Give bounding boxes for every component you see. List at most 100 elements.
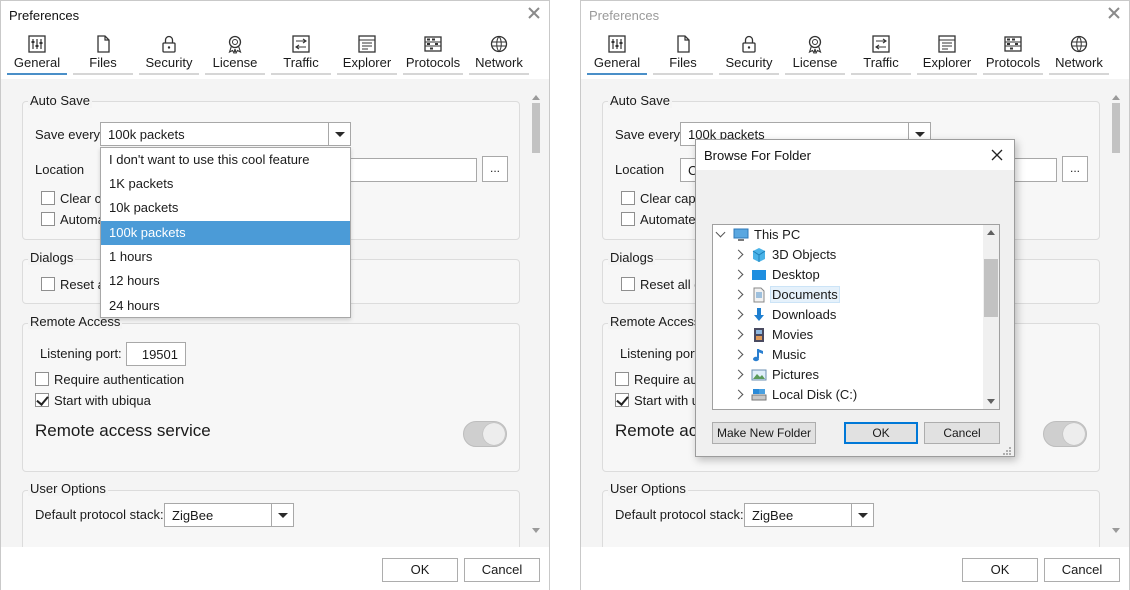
chevron-right-icon[interactable] [733, 349, 744, 360]
tab-traffic[interactable]: Traffic [849, 29, 913, 75]
tree-label: Documents [770, 286, 840, 303]
close-icon[interactable] [990, 148, 1004, 162]
scroll-thumb[interactable] [1112, 103, 1120, 153]
tab-network[interactable]: Network [1047, 29, 1111, 75]
option-1-hours[interactable]: 1 hours [101, 245, 350, 269]
window-title: Preferences [589, 8, 660, 23]
ok-button[interactable]: OK [962, 558, 1038, 582]
save-every-dropdown[interactable]: 100k packets [100, 122, 351, 146]
scroll-down-icon[interactable] [532, 528, 540, 533]
tab-protocols[interactable]: Protocols [401, 29, 465, 75]
tab-explorer[interactable]: Explorer [915, 29, 979, 75]
explorer-icon [937, 34, 957, 54]
automatic-checkbox[interactable] [621, 212, 635, 226]
resize-grip-icon[interactable] [1002, 444, 1012, 455]
tab-files[interactable]: Files [651, 29, 715, 75]
clear-capture-checkbox[interactable] [621, 191, 635, 205]
option-1k[interactable]: 1K packets [101, 172, 350, 196]
automatic-checkbox[interactable] [41, 212, 55, 226]
tab-general[interactable]: General [5, 29, 69, 75]
chevron-down-icon[interactable] [715, 227, 726, 238]
listening-port-input[interactable]: 19501 [126, 342, 186, 366]
scroll-up-icon[interactable] [1112, 95, 1120, 100]
tree-node-3d-objects[interactable]: 3D Objects [733, 245, 975, 265]
dialog-cancel-button[interactable]: Cancel [924, 422, 1000, 444]
chevron-right-icon[interactable] [733, 249, 744, 260]
close-icon[interactable] [527, 6, 541, 20]
cancel-button[interactable]: Cancel [464, 558, 540, 582]
tree-node-pictures[interactable]: Pictures [733, 365, 975, 385]
make-new-folder-button[interactable]: Make New Folder [712, 422, 816, 444]
tab-label: Files [669, 55, 697, 70]
tree-scrollbar[interactable] [983, 225, 999, 409]
folder-tree[interactable]: This PC 3D Objects Desktop Documents Dow… [712, 224, 1000, 410]
option-100k[interactable]: 100k packets [101, 221, 350, 245]
remote-service-toggle[interactable] [1043, 421, 1087, 447]
chevron-right-icon[interactable] [733, 269, 744, 280]
tab-files[interactable]: Files [71, 29, 135, 75]
location-input[interactable] [341, 158, 477, 182]
scroll-up-icon[interactable] [987, 230, 995, 235]
footer: OK Cancel [1, 547, 549, 590]
cube-icon [751, 247, 767, 263]
reset-dialogs-checkbox[interactable] [41, 277, 55, 291]
option-10k[interactable]: 10k packets [101, 196, 350, 220]
browse-button[interactable]: ... [482, 156, 508, 182]
tab-label: License [792, 55, 838, 70]
close-icon[interactable] [1107, 6, 1121, 20]
dialog-ok-button[interactable]: OK [844, 422, 918, 444]
tree-node-downloads[interactable]: Downloads [733, 305, 975, 325]
start-with-ubiqua-checkbox[interactable] [615, 393, 629, 407]
protocol-stack-dropdown[interactable]: ZigBee [164, 503, 294, 527]
tab-license[interactable]: License [203, 29, 267, 75]
scroll-thumb[interactable] [532, 103, 540, 153]
reset-dialogs-checkbox[interactable] [621, 277, 635, 291]
scroll-down-icon[interactable] [987, 399, 995, 404]
tree-node-local-disk[interactable]: Local Disk (C:) [733, 385, 975, 405]
require-auth-checkbox[interactable] [615, 372, 629, 386]
option-24-hours[interactable]: 24 hours [101, 294, 350, 318]
tab-protocols[interactable]: Protocols [981, 29, 1045, 75]
option-disable[interactable]: I don't want to use this cool feature [101, 148, 350, 172]
scroll-up-icon[interactable] [532, 95, 540, 100]
tab-license[interactable]: License [783, 29, 847, 75]
settings-scrollbar[interactable] [1111, 93, 1121, 535]
document-icon [751, 287, 767, 303]
chevron-down-icon[interactable] [271, 504, 293, 526]
tab-label: General [13, 55, 61, 70]
chevron-right-icon[interactable] [733, 289, 744, 300]
browse-button[interactable]: ... [1062, 156, 1088, 182]
tab-explorer[interactable]: Explorer [335, 29, 399, 75]
tab-label: Network [1055, 55, 1103, 70]
tab-general[interactable]: General [585, 29, 649, 75]
chevron-right-icon[interactable] [733, 389, 744, 400]
require-auth-checkbox[interactable] [35, 372, 49, 386]
tab-traffic[interactable]: Traffic [269, 29, 333, 75]
option-12-hours[interactable]: 12 hours [101, 269, 350, 293]
settings-scrollbar[interactable] [531, 93, 541, 535]
chevron-down-icon[interactable] [851, 504, 873, 526]
cancel-button[interactable]: Cancel [1044, 558, 1120, 582]
scroll-thumb[interactable] [984, 259, 998, 317]
tab-security[interactable]: Security [717, 29, 781, 75]
tab-network[interactable]: Network [467, 29, 531, 75]
start-with-ubiqua-checkbox[interactable] [35, 393, 49, 407]
clear-capture-checkbox[interactable] [41, 191, 55, 205]
tree-node-desktop[interactable]: Desktop [733, 265, 975, 285]
chevron-down-icon[interactable] [328, 123, 350, 145]
tree-node-documents[interactable]: Documents [733, 285, 975, 305]
tree-node-music[interactable]: Music [733, 345, 975, 365]
award-icon [225, 34, 245, 55]
tree-node-this-pc[interactable]: This PC [715, 225, 977, 245]
remote-service-label: Remote access service [35, 421, 211, 440]
ok-button[interactable]: OK [382, 558, 458, 582]
chevron-right-icon[interactable] [733, 369, 744, 380]
scroll-down-icon[interactable] [1112, 528, 1120, 533]
tree-node-movies[interactable]: Movies [733, 325, 975, 345]
protocol-stack-dropdown[interactable]: ZigBee [744, 503, 874, 527]
chevron-right-icon[interactable] [733, 309, 744, 320]
protocols-icon [1003, 34, 1023, 54]
remote-service-toggle[interactable] [463, 421, 507, 447]
chevron-right-icon[interactable] [733, 329, 744, 340]
tab-security[interactable]: Security [137, 29, 201, 75]
